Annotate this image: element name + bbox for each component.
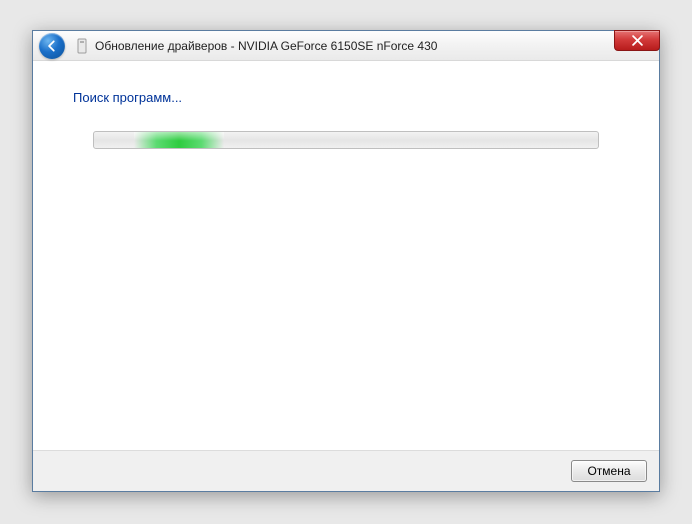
- progress-marquee: [134, 132, 224, 148]
- progress-bar: [93, 131, 599, 149]
- back-button[interactable]: [39, 33, 65, 59]
- device-icon: [75, 38, 89, 54]
- content-area: Поиск программ...: [33, 62, 659, 449]
- window-title: Обновление драйверов - NVIDIA GeForce 61…: [95, 39, 437, 53]
- status-heading: Поиск программ...: [73, 90, 619, 105]
- close-button[interactable]: [614, 30, 660, 51]
- dialog-footer: Отмена: [33, 450, 659, 491]
- close-icon: [632, 35, 643, 46]
- cancel-button[interactable]: Отмена: [571, 460, 647, 482]
- arrow-left-icon: [45, 39, 59, 53]
- titlebar: Обновление драйверов - NVIDIA GeForce 61…: [33, 31, 659, 61]
- dialog-window: Обновление драйверов - NVIDIA GeForce 61…: [32, 30, 660, 492]
